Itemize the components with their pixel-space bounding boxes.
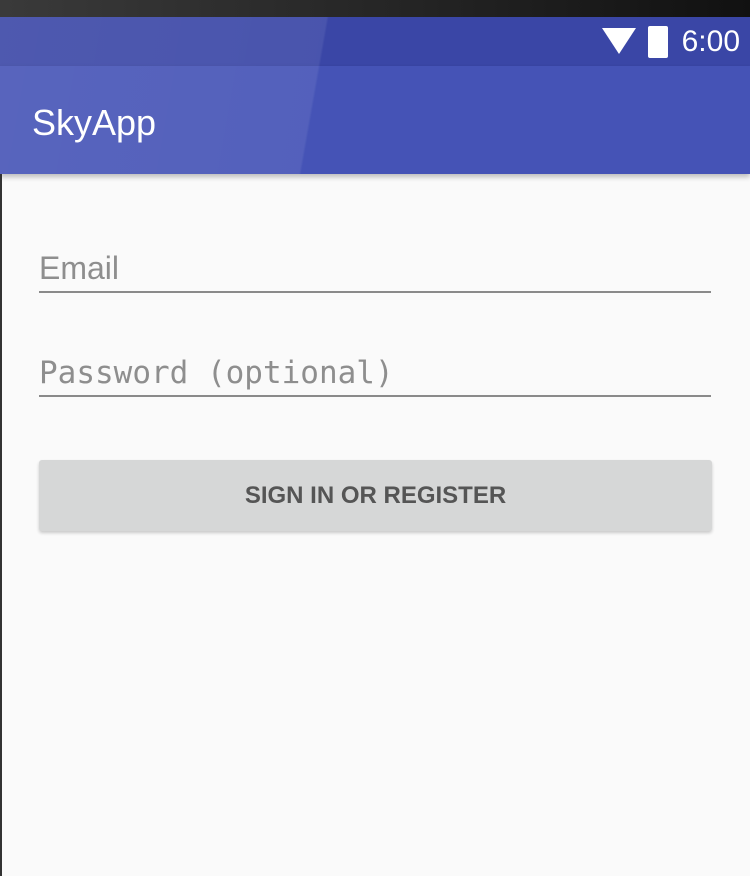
app-bar: SkyApp [0,66,750,174]
wifi-icon [602,28,636,54]
email-input[interactable]: Email [39,250,711,293]
app-title: SkyApp [32,102,157,143]
battery-icon [648,26,668,58]
device-bezel [0,0,750,17]
sign-in-button[interactable]: SIGN IN OR REGISTER [39,460,712,531]
status-bar: 6:00 [0,17,750,66]
device-edge [0,174,2,876]
password-input[interactable]: Password (optional) [39,355,711,397]
status-time: 6:00 [681,25,740,58]
